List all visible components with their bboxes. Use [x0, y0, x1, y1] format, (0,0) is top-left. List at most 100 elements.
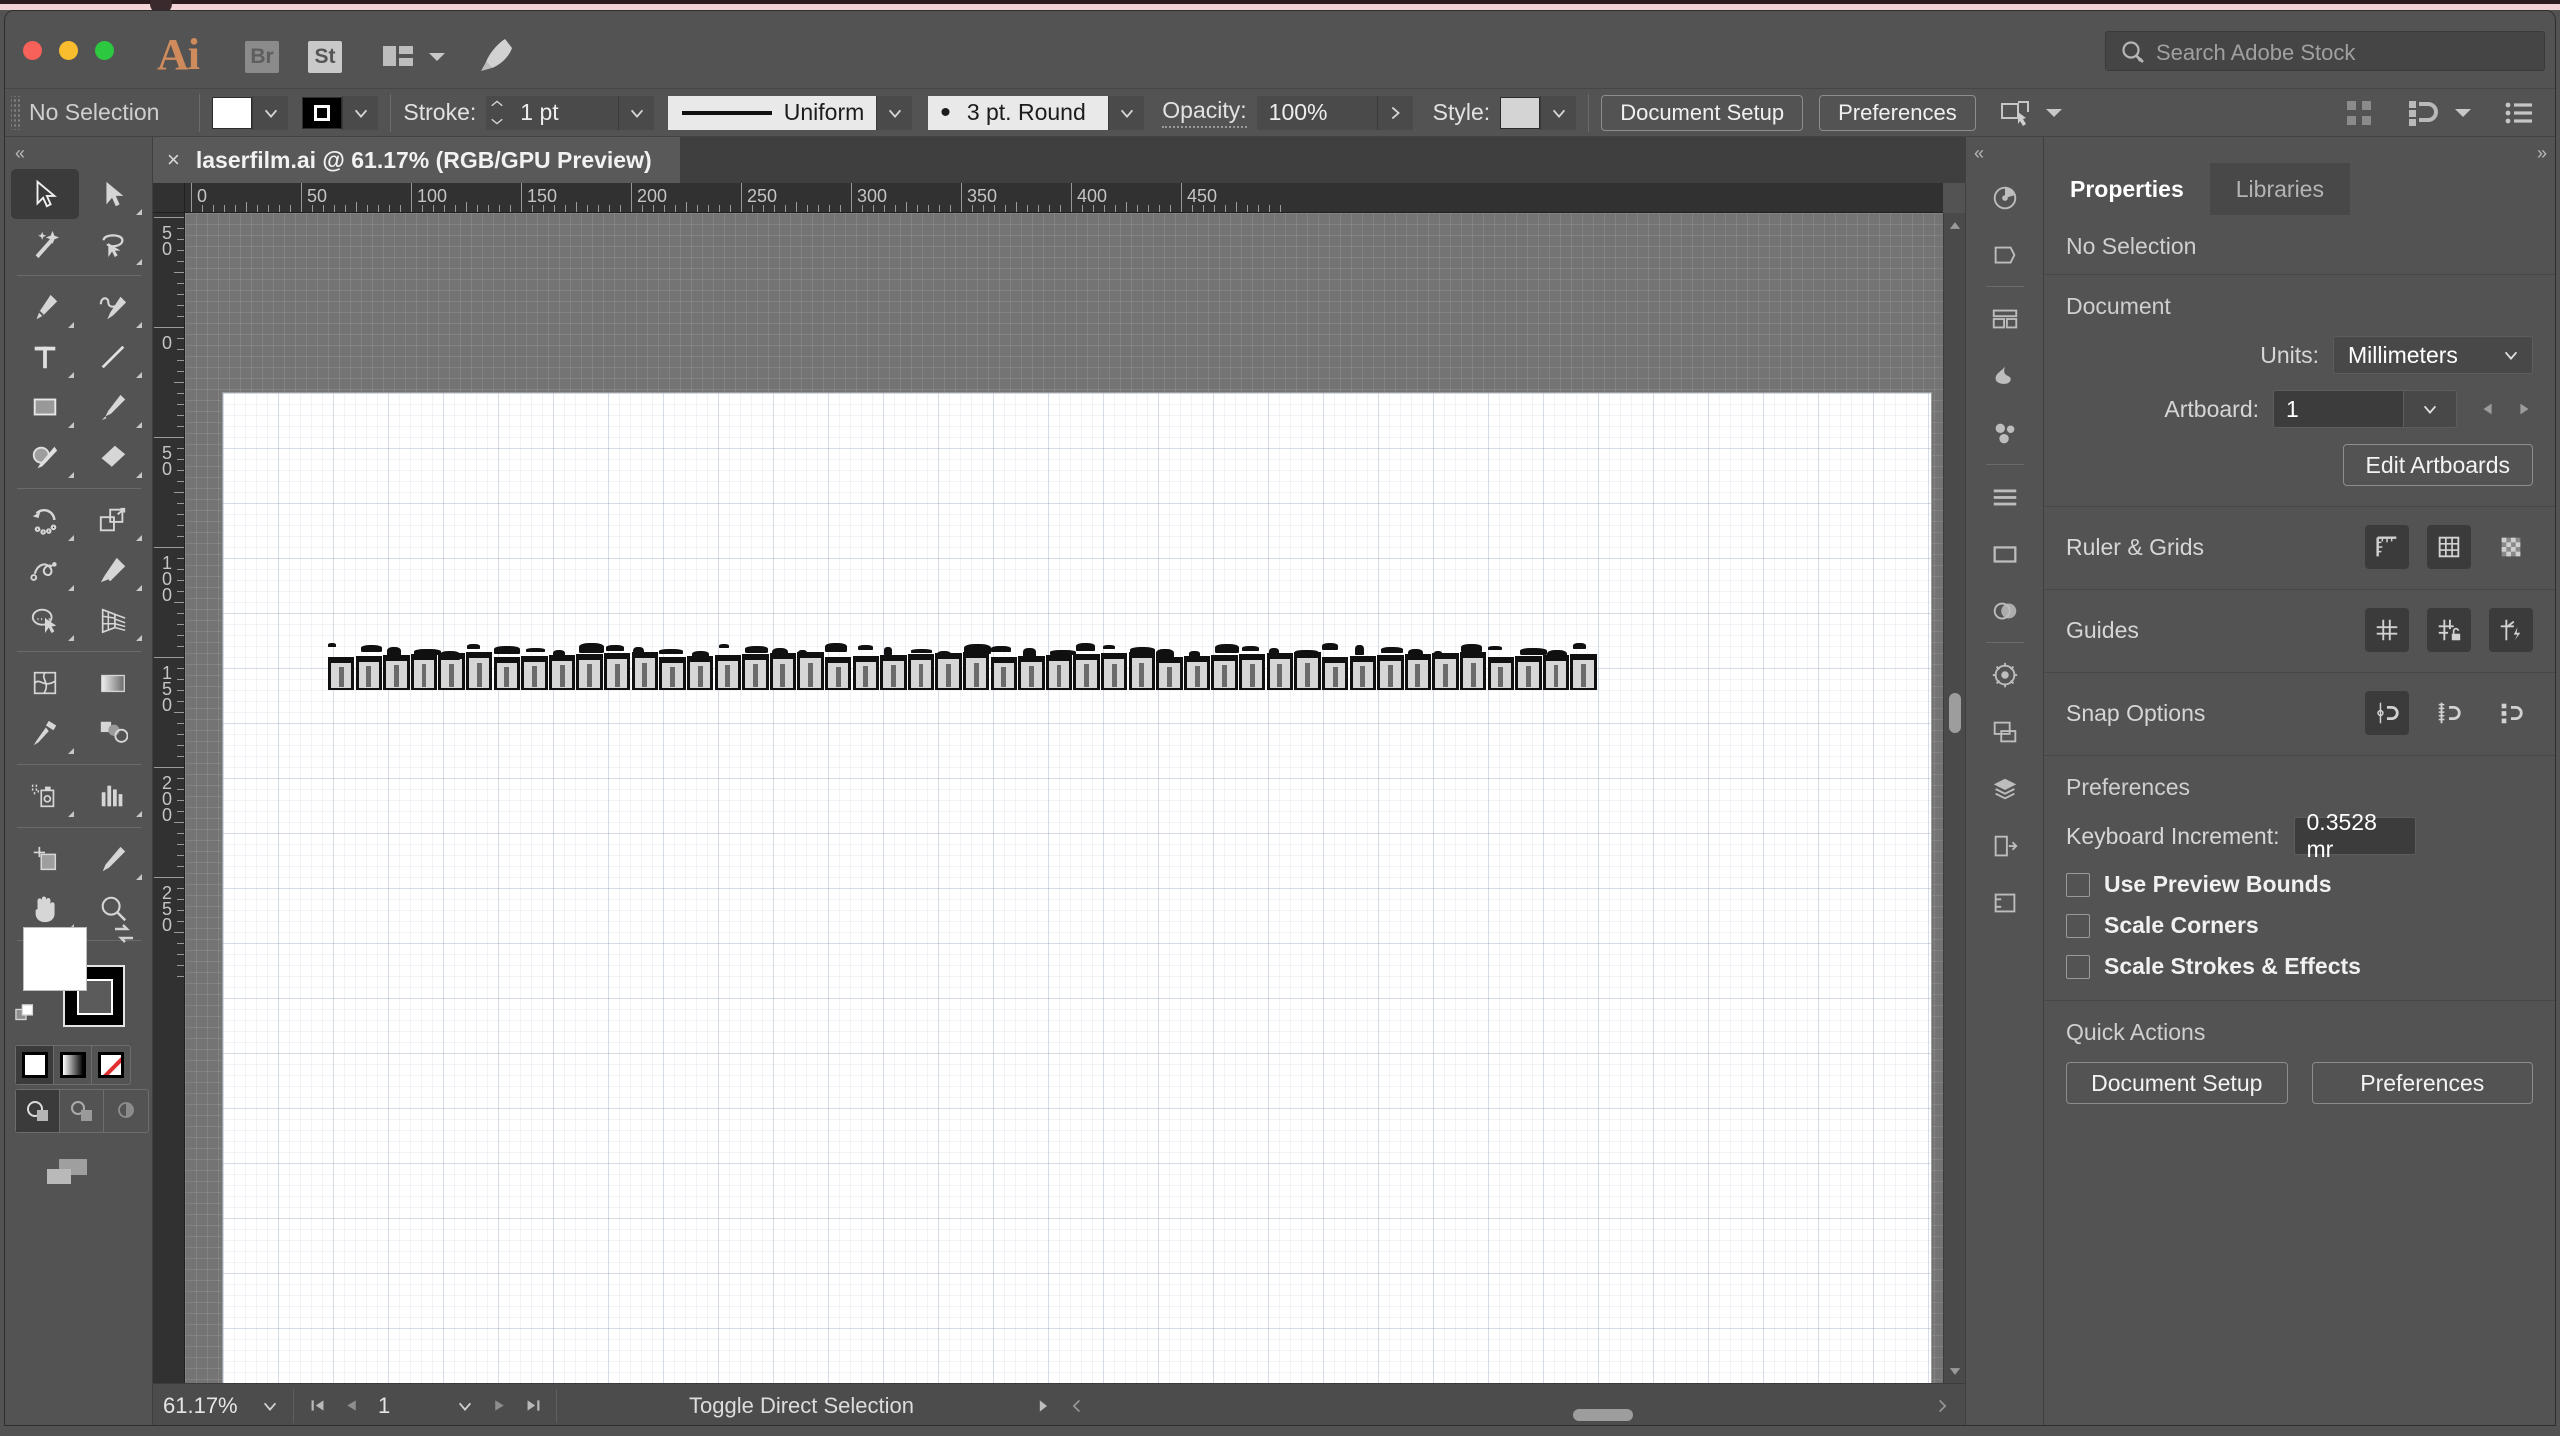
- artboard-tool[interactable]: [11, 834, 79, 884]
- type-tool[interactable]: [11, 332, 79, 382]
- artboard-chevron-down-icon[interactable]: [448, 1390, 482, 1422]
- artboard-input[interactable]: 1: [2273, 390, 2403, 428]
- film-frame[interactable]: [1101, 653, 1128, 690]
- rectangle-tool[interactable]: [11, 382, 79, 432]
- status-bar-text[interactable]: Toggle Direct Selection: [689, 1393, 914, 1419]
- stroke-chevron-down-icon[interactable]: [342, 95, 379, 130]
- status-collapse-icon[interactable]: [1060, 1390, 1094, 1422]
- quick-document-setup-button[interactable]: Document Setup: [2066, 1062, 2288, 1104]
- asset-export-icon[interactable]: [1966, 817, 2044, 874]
- film-frame[interactable]: [907, 654, 935, 690]
- artboards-icon[interactable]: [1966, 703, 2044, 760]
- artboard-1[interactable]: [223, 393, 1931, 1383]
- status-menu-icon[interactable]: [1026, 1390, 1060, 1422]
- first-artboard-icon[interactable]: [300, 1390, 334, 1422]
- film-frame[interactable]: [410, 654, 438, 690]
- symbol-sprayer-tool[interactable]: [11, 771, 79, 821]
- artwork-film-strip[interactable]: [328, 640, 1598, 690]
- opacity-expand-icon[interactable]: [1376, 95, 1413, 130]
- film-frame[interactable]: [963, 652, 990, 690]
- tab-libraries[interactable]: Libraries: [2209, 163, 2350, 215]
- select-similar-objects-icon[interactable]: [2000, 100, 2030, 126]
- artboard-chevron-down-icon[interactable]: [2403, 390, 2457, 428]
- film-frame[interactable]: [631, 652, 659, 690]
- icon-rail-collapse-button[interactable]: «: [1974, 143, 1984, 164]
- properties-collapse-button[interactable]: »: [2537, 143, 2547, 164]
- keyboard-increment-input[interactable]: 0.3528 mr: [2293, 809, 2416, 862]
- scale-strokes-effects-checkbox[interactable]: Scale Strokes & Effects: [2066, 953, 2533, 980]
- align-chevron-down-icon[interactable]: [2455, 108, 2471, 117]
- canvas-viewport[interactable]: [185, 213, 1943, 1383]
- film-frame[interactable]: [852, 656, 879, 690]
- snap-to-grid-icon[interactable]: [2427, 691, 2471, 735]
- magic-wand-tool[interactable]: [11, 219, 79, 269]
- arrange-chevron-down-icon[interactable]: [429, 53, 445, 61]
- film-frame[interactable]: [548, 655, 576, 690]
- align-magnet-icon[interactable]: [2407, 99, 2439, 127]
- free-transform-tool[interactable]: [79, 545, 147, 595]
- shaper-tool[interactable]: [11, 432, 79, 482]
- transparency-icon[interactable]: [1966, 646, 2044, 703]
- gradient-swatch-mode[interactable]: [54, 1046, 92, 1084]
- film-frame[interactable]: [1377, 655, 1404, 690]
- next-artboard-icon[interactable]: [482, 1390, 516, 1422]
- film-frame[interactable]: [1239, 654, 1266, 690]
- transform-grid-icon[interactable]: [2345, 99, 2373, 127]
- pathfinder-icon[interactable]: [1966, 582, 2044, 639]
- film-frame[interactable]: [1515, 656, 1542, 690]
- swap-fill-stroke-icon[interactable]: [111, 921, 137, 947]
- tools-collapse-button[interactable]: «: [15, 143, 25, 164]
- film-frame[interactable]: [1432, 653, 1459, 690]
- opacity-label[interactable]: Opacity:: [1162, 97, 1247, 128]
- symbols-icon[interactable]: [1966, 347, 2044, 404]
- stroke-weight-input[interactable]: 1 pt: [508, 95, 619, 130]
- minimize-window-button[interactable]: [59, 41, 78, 60]
- prev-artboard-icon[interactable]: [334, 1390, 368, 1422]
- list-menu-icon[interactable]: [2505, 101, 2533, 125]
- film-frame[interactable]: [1487, 657, 1514, 690]
- film-frame[interactable]: [493, 657, 521, 690]
- film-frame[interactable]: [1128, 652, 1156, 690]
- libraries-icon[interactable]: [1966, 290, 2044, 347]
- film-frame[interactable]: [1349, 656, 1376, 690]
- stroke-profile-select[interactable]: Uniform: [668, 95, 877, 130]
- film-frame[interactable]: [604, 653, 631, 690]
- default-fill-stroke-icon[interactable]: [15, 1003, 37, 1025]
- units-select[interactable]: Millimeters: [2333, 336, 2533, 374]
- paintbrush-tool[interactable]: [79, 382, 147, 432]
- film-frame[interactable]: [1404, 654, 1432, 690]
- control-preferences-button[interactable]: Preferences: [1819, 94, 1976, 131]
- select-similar-chevron-down-icon[interactable]: [2045, 108, 2062, 117]
- layers-icon[interactable]: [1966, 760, 2044, 817]
- film-frame[interactable]: [355, 656, 382, 690]
- screen-mode-toggle[interactable]: [45, 1157, 89, 1187]
- graphic-style-swatch[interactable]: [1500, 96, 1541, 129]
- brush-definition-select[interactable]: • 3 pt. Round: [928, 95, 1109, 130]
- film-frame[interactable]: [1266, 653, 1294, 690]
- film-frame[interactable]: [1321, 657, 1349, 690]
- film-frame[interactable]: [659, 657, 686, 690]
- stock-button[interactable]: St: [308, 41, 342, 73]
- stroke-swatch[interactable]: [302, 96, 343, 129]
- horizontal-scroll-thumb[interactable]: [1573, 1409, 1633, 1421]
- eraser-tool[interactable]: [79, 432, 147, 482]
- line-segment-tool[interactable]: [79, 332, 147, 382]
- maximize-window-button[interactable]: [95, 41, 114, 60]
- search-adobe-stock-input[interactable]: Search Adobe Stock: [2105, 31, 2545, 71]
- opacity-input[interactable]: 100%: [1256, 95, 1377, 130]
- film-frame[interactable]: [824, 657, 852, 690]
- draw-inside-mode[interactable]: [104, 1090, 148, 1132]
- zoom-chevron-down-icon[interactable]: [253, 1390, 287, 1422]
- color-panel-icon[interactable]: [1966, 169, 2044, 226]
- film-frame[interactable]: [1018, 656, 1045, 690]
- film-frame[interactable]: [1294, 652, 1321, 690]
- brush-definition-chevron-down-icon[interactable]: [1108, 95, 1145, 130]
- graphic-style-chevron-down-icon[interactable]: [1540, 95, 1577, 130]
- vertical-ruler[interactable]: 50 0 50 100 150 200 250: [153, 213, 185, 1383]
- vertical-scrollbar[interactable]: [1943, 213, 1965, 1383]
- edit-artboards-button[interactable]: Edit Artboards: [2342, 444, 2533, 486]
- lock-guides-icon[interactable]: [2427, 608, 2471, 652]
- status-expand-icon[interactable]: [1925, 1390, 1959, 1422]
- horizontal-scrollbar[interactable]: [1173, 1409, 1915, 1421]
- film-frame[interactable]: [1542, 655, 1570, 690]
